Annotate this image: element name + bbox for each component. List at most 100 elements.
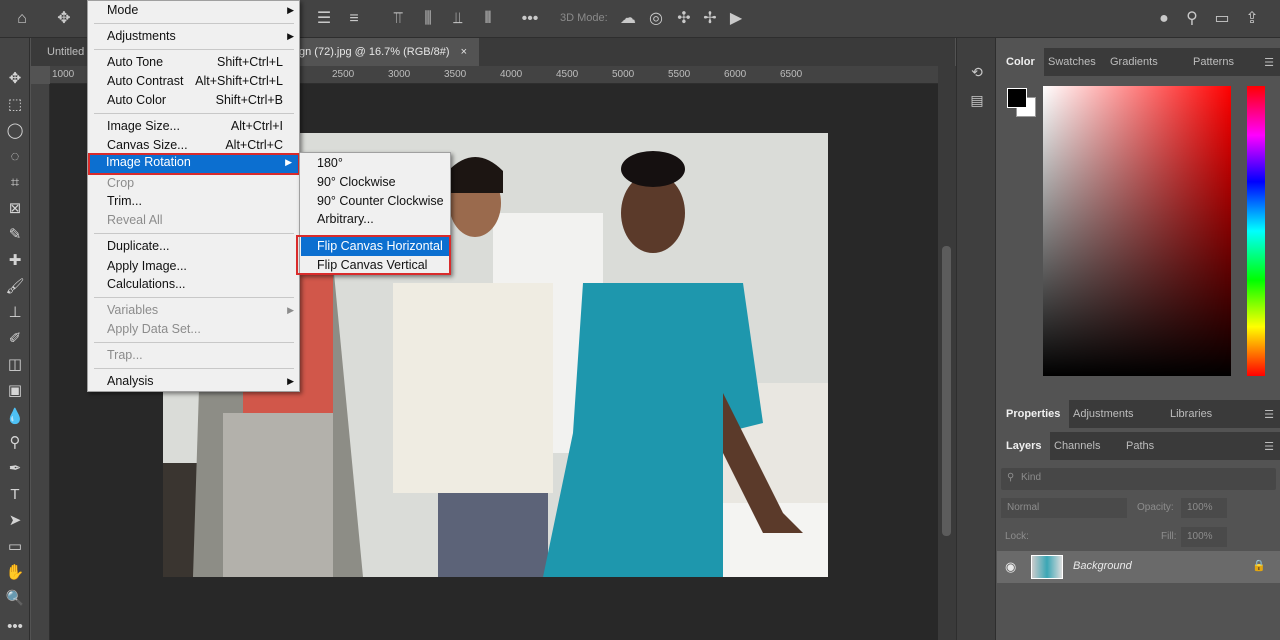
clone-stamp-tool-icon[interactable]: ⊥ — [4, 302, 26, 324]
history-icon[interactable]: ⟲ — [967, 62, 987, 82]
move-tool-icon[interactable]: ✥ — [4, 68, 26, 90]
panel-menu-icon[interactable]: ☰ — [1264, 408, 1274, 421]
distribute-icon[interactable]: ⫴ — [478, 9, 498, 29]
quick-select-tool-icon[interactable]: ◌ — [4, 146, 26, 168]
tab-paths[interactable]: Paths — [1117, 432, 1163, 460]
menu-item-crop[interactable]: Crop — [89, 174, 300, 193]
menu-item-auto-color[interactable]: Auto Color Shift+Ctrl+B — [89, 91, 300, 110]
visibility-eye-icon[interactable]: ◉ — [1005, 559, 1016, 575]
ruler-tick: 1000 — [52, 69, 75, 80]
eraser-tool-icon[interactable]: ◫ — [4, 354, 26, 376]
frame-tool-icon[interactable]: ⊠ — [4, 198, 26, 220]
menu-item-reveal-all[interactable]: Reveal All — [89, 211, 300, 230]
panel-menu-icon[interactable]: ☰ — [1264, 56, 1274, 69]
pen-tool-icon[interactable]: ✒ — [4, 458, 26, 480]
menu-item-trim[interactable]: Trim... — [89, 192, 300, 211]
align-top-icon[interactable]: ⫪ — [388, 9, 408, 29]
search-icon[interactable]: ⚲ — [1182, 9, 1202, 29]
tab-active-label: gn (72).jpg @ 16.7% (RGB/8#) — [299, 46, 450, 58]
account-icon[interactable]: ● — [1154, 9, 1174, 29]
close-tab-icon[interactable]: × — [461, 46, 467, 58]
menu-item-auto-tone[interactable]: Auto Tone Shift+Ctrl+L — [89, 53, 300, 72]
tab-active-document[interactable]: gn (72).jpg @ 16.7% (RGB/8#) × — [289, 38, 480, 66]
submenu-item-180[interactable]: 180° — [301, 154, 451, 173]
brush-tool-icon[interactable]: 🖌 — [4, 276, 26, 298]
3d-pan-icon[interactable]: ✣ — [674, 9, 694, 29]
menu-item-variables[interactable]: Variables ▶ — [89, 301, 300, 320]
tab-libraries[interactable]: Libraries — [1161, 400, 1221, 428]
type-tool-icon[interactable]: T — [4, 484, 26, 506]
blur-tool-icon[interactable]: 💧 — [4, 406, 26, 428]
panel-menu-icon[interactable]: ☰ — [1264, 440, 1274, 453]
fill-label: Fill: — [1161, 531, 1177, 542]
home-icon[interactable]: ⌂ — [12, 9, 32, 29]
more-tools-icon[interactable]: ••• — [4, 616, 26, 638]
menu-item-apply-image[interactable]: Apply Image... — [89, 257, 300, 276]
submenu-item-arbitrary[interactable]: Arbitrary... — [301, 210, 451, 229]
blend-mode-row: Normal Opacity: 100% — [1001, 498, 1276, 518]
dodge-tool-icon[interactable]: ⚲ — [4, 432, 26, 454]
vertical-ruler — [31, 84, 50, 640]
foreground-color-swatch[interactable] — [1007, 88, 1027, 108]
3d-orbit-icon[interactable]: ☁ — [618, 9, 638, 29]
menu-item-apply-data-set[interactable]: Apply Data Set... — [89, 320, 300, 339]
menu-item-trap[interactable]: Trap... — [89, 346, 300, 365]
menu-item-adjustments[interactable]: Adjustments ▶ — [89, 27, 300, 46]
comments-icon[interactable]: ▤ — [967, 90, 987, 110]
menu-item-duplicate[interactable]: Duplicate... — [89, 237, 300, 256]
workspace-icon[interactable]: ▭ — [1212, 9, 1232, 29]
3d-slide-icon[interactable]: ✢ — [700, 9, 720, 29]
tab-channels[interactable]: Channels — [1045, 432, 1109, 460]
share-icon[interactable]: ⇪ — [1242, 9, 1262, 29]
vertical-scrollbar[interactable] — [938, 66, 956, 640]
history-brush-tool-icon[interactable]: ✐ — [4, 328, 26, 350]
color-picker-field[interactable] — [1043, 86, 1231, 376]
marquee-tool-icon[interactable]: ⬚ — [4, 94, 26, 116]
menu-item-calculations[interactable]: Calculations... — [89, 275, 300, 294]
submenu-item-90-ccw[interactable]: 90° Counter Clockwise — [301, 192, 451, 211]
crop-tool-icon[interactable]: ⌗ — [4, 172, 26, 194]
ruler-tick: 3000 — [388, 69, 411, 80]
healing-brush-tool-icon[interactable]: ✚ — [4, 250, 26, 272]
align-icon[interactable]: ☰ — [314, 9, 334, 29]
align-bottom-icon[interactable]: ⫫ — [448, 9, 468, 29]
layer-filter-search[interactable]: ⚲ Kind — [1001, 468, 1276, 490]
hue-slider[interactable] — [1247, 86, 1265, 376]
tab-gradients[interactable]: Gradients — [1101, 48, 1167, 76]
tab-swatches[interactable]: Swatches — [1039, 48, 1105, 76]
path-select-tool-icon[interactable]: ➤ — [4, 510, 26, 532]
menu-item-mode[interactable]: Mode ▶ — [89, 1, 300, 20]
3d-roll-icon[interactable]: ◎ — [646, 9, 666, 29]
more-options-icon[interactable]: ••• — [520, 9, 540, 29]
rectangle-tool-icon[interactable]: ▭ — [4, 536, 26, 558]
tab-properties[interactable]: Properties — [997, 400, 1070, 428]
ruler-tick: 3500 — [444, 69, 467, 80]
layers-panel-tabs: Layers Channels Paths ☰ — [997, 432, 1280, 460]
menu-item-image-size[interactable]: Image Size... Alt+Ctrl+I — [89, 117, 300, 136]
zoom-tool-icon[interactable]: 🔍 — [4, 588, 26, 610]
tab-adjustments[interactable]: Adjustments — [1064, 400, 1143, 428]
blend-mode-select[interactable]: Normal — [1001, 498, 1127, 518]
eyedropper-tool-icon[interactable]: ✎ — [4, 224, 26, 246]
menu-item-analysis[interactable]: Analysis ▶ — [89, 372, 300, 391]
lasso-tool-icon[interactable]: ◯ — [4, 120, 26, 142]
scrollbar-thumb[interactable] — [942, 246, 951, 536]
opacity-input[interactable]: 100% — [1181, 498, 1227, 518]
tab-patterns[interactable]: Patterns — [1184, 48, 1243, 76]
menu-item-image-rotation[interactable]: Image Rotation ▶ — [88, 153, 300, 175]
move-tool-icon[interactable]: ✥ — [54, 9, 74, 29]
search-icon: ⚲ — [1007, 472, 1015, 483]
3d-camera-icon[interactable]: ▶ — [726, 9, 746, 29]
hand-tool-icon[interactable]: ✋ — [4, 562, 26, 584]
color-panel-tabs: Color Swatches Gradients Patterns ☰ — [997, 48, 1280, 76]
submenu-item-90-cw[interactable]: 90° Clockwise — [301, 173, 451, 192]
align-middle-icon[interactable]: ⫼ — [418, 9, 438, 29]
tab-layers[interactable]: Layers — [997, 432, 1051, 460]
gradient-tool-icon[interactable]: ▣ — [4, 380, 26, 402]
layer-row-background[interactable]: ◉ Background 🔒 — [997, 551, 1280, 583]
tools-panel: ✥ ⬚ ◯ ◌ ⌗ ⊠ ✎ ✚ 🖌 ⊥ ✐ ◫ ▣ 💧 ⚲ ✒ T ➤ ▭ ✋ … — [0, 38, 30, 640]
align-center-icon[interactable]: ≡ — [344, 9, 364, 29]
menu-item-auto-contrast[interactable]: Auto Contrast Alt+Shift+Ctrl+L — [89, 72, 300, 91]
fill-input[interactable]: 100% — [1181, 527, 1227, 547]
tab-color[interactable]: Color — [997, 48, 1044, 76]
